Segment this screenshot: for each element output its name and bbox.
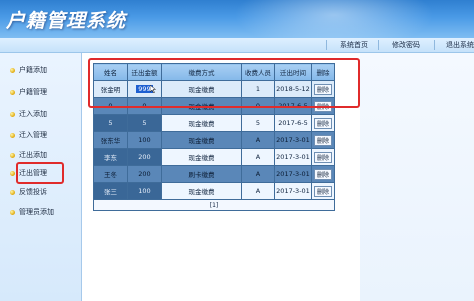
- mouse-cursor-icon: [150, 85, 156, 93]
- sidebar-item-label: 户籍管理: [19, 88, 47, 96]
- sidebar-highlight-box: [16, 162, 64, 184]
- sidebar-item-movein-add[interactable]: 迁入添加: [10, 107, 47, 121]
- cell-amount[interactable]: 5: [127, 114, 162, 132]
- nav-change-password-link[interactable]: 修改密码: [392, 40, 420, 50]
- sidebar-item-household-manage[interactable]: 户籍管理: [10, 85, 47, 99]
- table-row: 张三 100 现金缴费 A 2017-3-01 删除: [93, 182, 335, 200]
- bullet-icon: [10, 189, 15, 195]
- app-header: 户籍管理系统: [0, 0, 474, 38]
- cell-name[interactable]: 王冬: [93, 165, 128, 183]
- cell-staff[interactable]: A: [241, 165, 275, 183]
- cell-method[interactable]: 现金缴费: [161, 114, 242, 132]
- cell-delete: 删除: [311, 114, 335, 132]
- sidebar-item-label: 迁入管理: [19, 131, 47, 139]
- delete-button[interactable]: 删除: [313, 134, 332, 146]
- cell-name[interactable]: 李东: [93, 148, 128, 166]
- content-right-panel: [360, 53, 474, 301]
- cell-amount[interactable]: 100: [127, 131, 162, 149]
- delete-button[interactable]: 删除: [313, 151, 332, 163]
- cell-method[interactable]: 刷卡缴费: [161, 165, 242, 183]
- sidebar-item-label: 管理员添加: [19, 208, 54, 216]
- cell-amount[interactable]: 200: [127, 165, 162, 183]
- nav-separator: [378, 40, 379, 50]
- bullet-icon: [10, 111, 15, 117]
- cell-staff[interactable]: 5: [241, 114, 275, 132]
- cell-staff[interactable]: A: [241, 182, 275, 200]
- cell-method[interactable]: 现金缴费: [161, 148, 242, 166]
- sidebar-item-household-add[interactable]: 户籍添加: [10, 63, 47, 77]
- pager-link[interactable]: [1]: [93, 199, 335, 211]
- cell-amount[interactable]: 100: [127, 182, 162, 200]
- cell-name[interactable]: 5: [93, 114, 128, 132]
- cell-date[interactable]: 2017-6-5: [274, 114, 312, 132]
- nav-separator: [434, 40, 435, 50]
- nav-separator: [326, 40, 327, 50]
- delete-button[interactable]: 删除: [313, 185, 332, 197]
- nav-logout-link[interactable]: 退出系统: [446, 40, 474, 50]
- cell-name[interactable]: 张东华: [93, 131, 128, 149]
- cell-staff[interactable]: A: [241, 131, 275, 149]
- delete-button[interactable]: 删除: [313, 117, 332, 129]
- cell-method[interactable]: 现金缴费: [161, 131, 242, 149]
- cell-method[interactable]: 现金缴费: [161, 182, 242, 200]
- nav-home-link[interactable]: 系统首页: [340, 40, 368, 50]
- bullet-icon: [10, 132, 15, 138]
- cell-delete: 删除: [311, 165, 335, 183]
- cell-delete: 删除: [311, 131, 335, 149]
- table-row: 李东 200 现金缴费 A 2017-3-01 删除: [93, 148, 335, 166]
- bullet-icon: [10, 152, 15, 158]
- table-row: 5 5 现金缴费 5 2017-6-5 删除: [93, 114, 335, 132]
- bullet-icon: [10, 209, 15, 215]
- top-nav: 系统首页 修改密码 退出系统: [0, 38, 474, 53]
- cell-name[interactable]: 张三: [93, 182, 128, 200]
- cell-delete: 删除: [311, 182, 335, 200]
- cell-date[interactable]: 2017-3-01: [274, 165, 312, 183]
- cell-delete: 删除: [311, 148, 335, 166]
- delete-button[interactable]: 删除: [313, 168, 332, 180]
- header-glow: [234, 0, 434, 38]
- sidebar-item-feedback[interactable]: 反馈投诉: [10, 185, 47, 199]
- sidebar-item-label: 迁入添加: [19, 110, 47, 118]
- cell-amount[interactable]: 200: [127, 148, 162, 166]
- sidebar-item-label: 迁出添加: [19, 151, 47, 159]
- sidebar-item-label: 反馈投诉: [19, 188, 47, 196]
- cell-date[interactable]: 2017-3-01: [274, 182, 312, 200]
- sidebar-item-admin-add[interactable]: 管理员添加: [10, 205, 54, 219]
- row-highlight-box: [88, 58, 360, 108]
- sidebar-item-label: 户籍添加: [19, 66, 47, 74]
- cell-staff[interactable]: A: [241, 148, 275, 166]
- bullet-icon: [10, 170, 15, 176]
- cell-date[interactable]: 2017-3-01: [274, 131, 312, 149]
- table-row: 王冬 200 刷卡缴费 A 2017-3-01 删除: [93, 165, 335, 183]
- table-row: 张东华 100 现金缴费 A 2017-3-01 删除: [93, 131, 335, 149]
- pager-row: [1]: [93, 199, 335, 211]
- bullet-icon: [10, 89, 15, 95]
- bullet-icon: [10, 67, 15, 73]
- sidebar-item-movein-manage[interactable]: 迁入管理: [10, 128, 47, 142]
- cell-date[interactable]: 2017-3-01: [274, 148, 312, 166]
- app-title: 户籍管理系统: [6, 10, 127, 32]
- sidebar-item-moveout-add[interactable]: 迁出添加: [10, 148, 47, 162]
